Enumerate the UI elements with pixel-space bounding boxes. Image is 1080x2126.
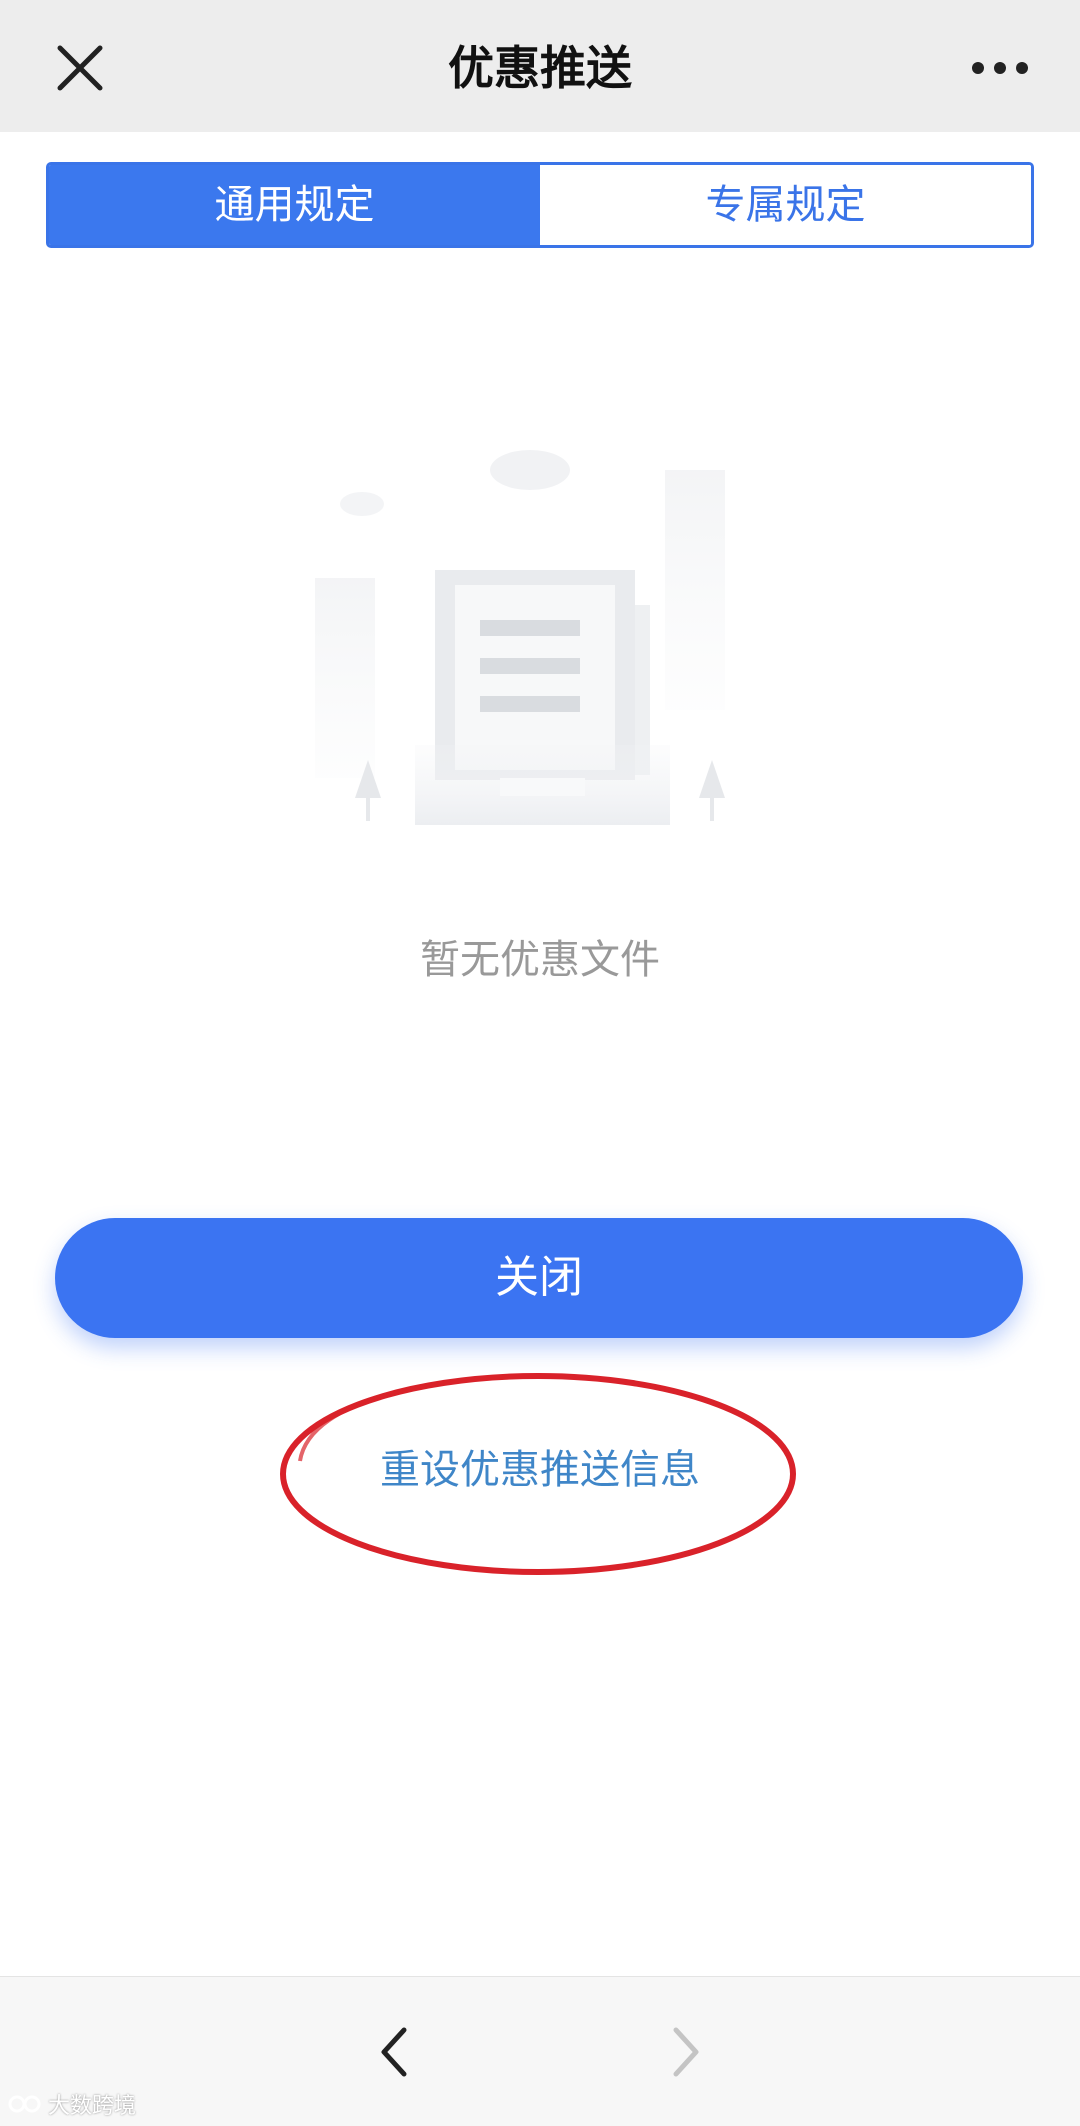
rule-tabs: 通用规定 专属规定 (46, 162, 1034, 248)
close-button[interactable]: 关闭 (55, 1218, 1023, 1338)
tab-general-rules[interactable]: 通用规定 (49, 165, 540, 245)
watermark: 大数跨境 (8, 2088, 136, 2120)
watermark-logo-icon (8, 2095, 41, 2113)
title-bar: 优惠推送 (0, 0, 1080, 132)
chevron-left-icon[interactable] (370, 2022, 420, 2082)
close-icon[interactable] (52, 40, 108, 96)
chevron-right-icon (660, 2022, 710, 2082)
more-options-icon[interactable] (968, 52, 1032, 84)
page-title: 优惠推送 (448, 41, 632, 95)
watermark-text: 大数跨境 (48, 2094, 137, 2119)
tab-exclusive-rules[interactable]: 专属规定 (540, 165, 1031, 245)
bottom-nav-bar (0, 1976, 1080, 2126)
reset-push-info-link[interactable]: 重设优惠推送信息 (0, 1440, 1080, 1500)
empty-document-illustration (300, 430, 780, 850)
empty-state-message: 暂无优惠文件 (420, 937, 660, 983)
